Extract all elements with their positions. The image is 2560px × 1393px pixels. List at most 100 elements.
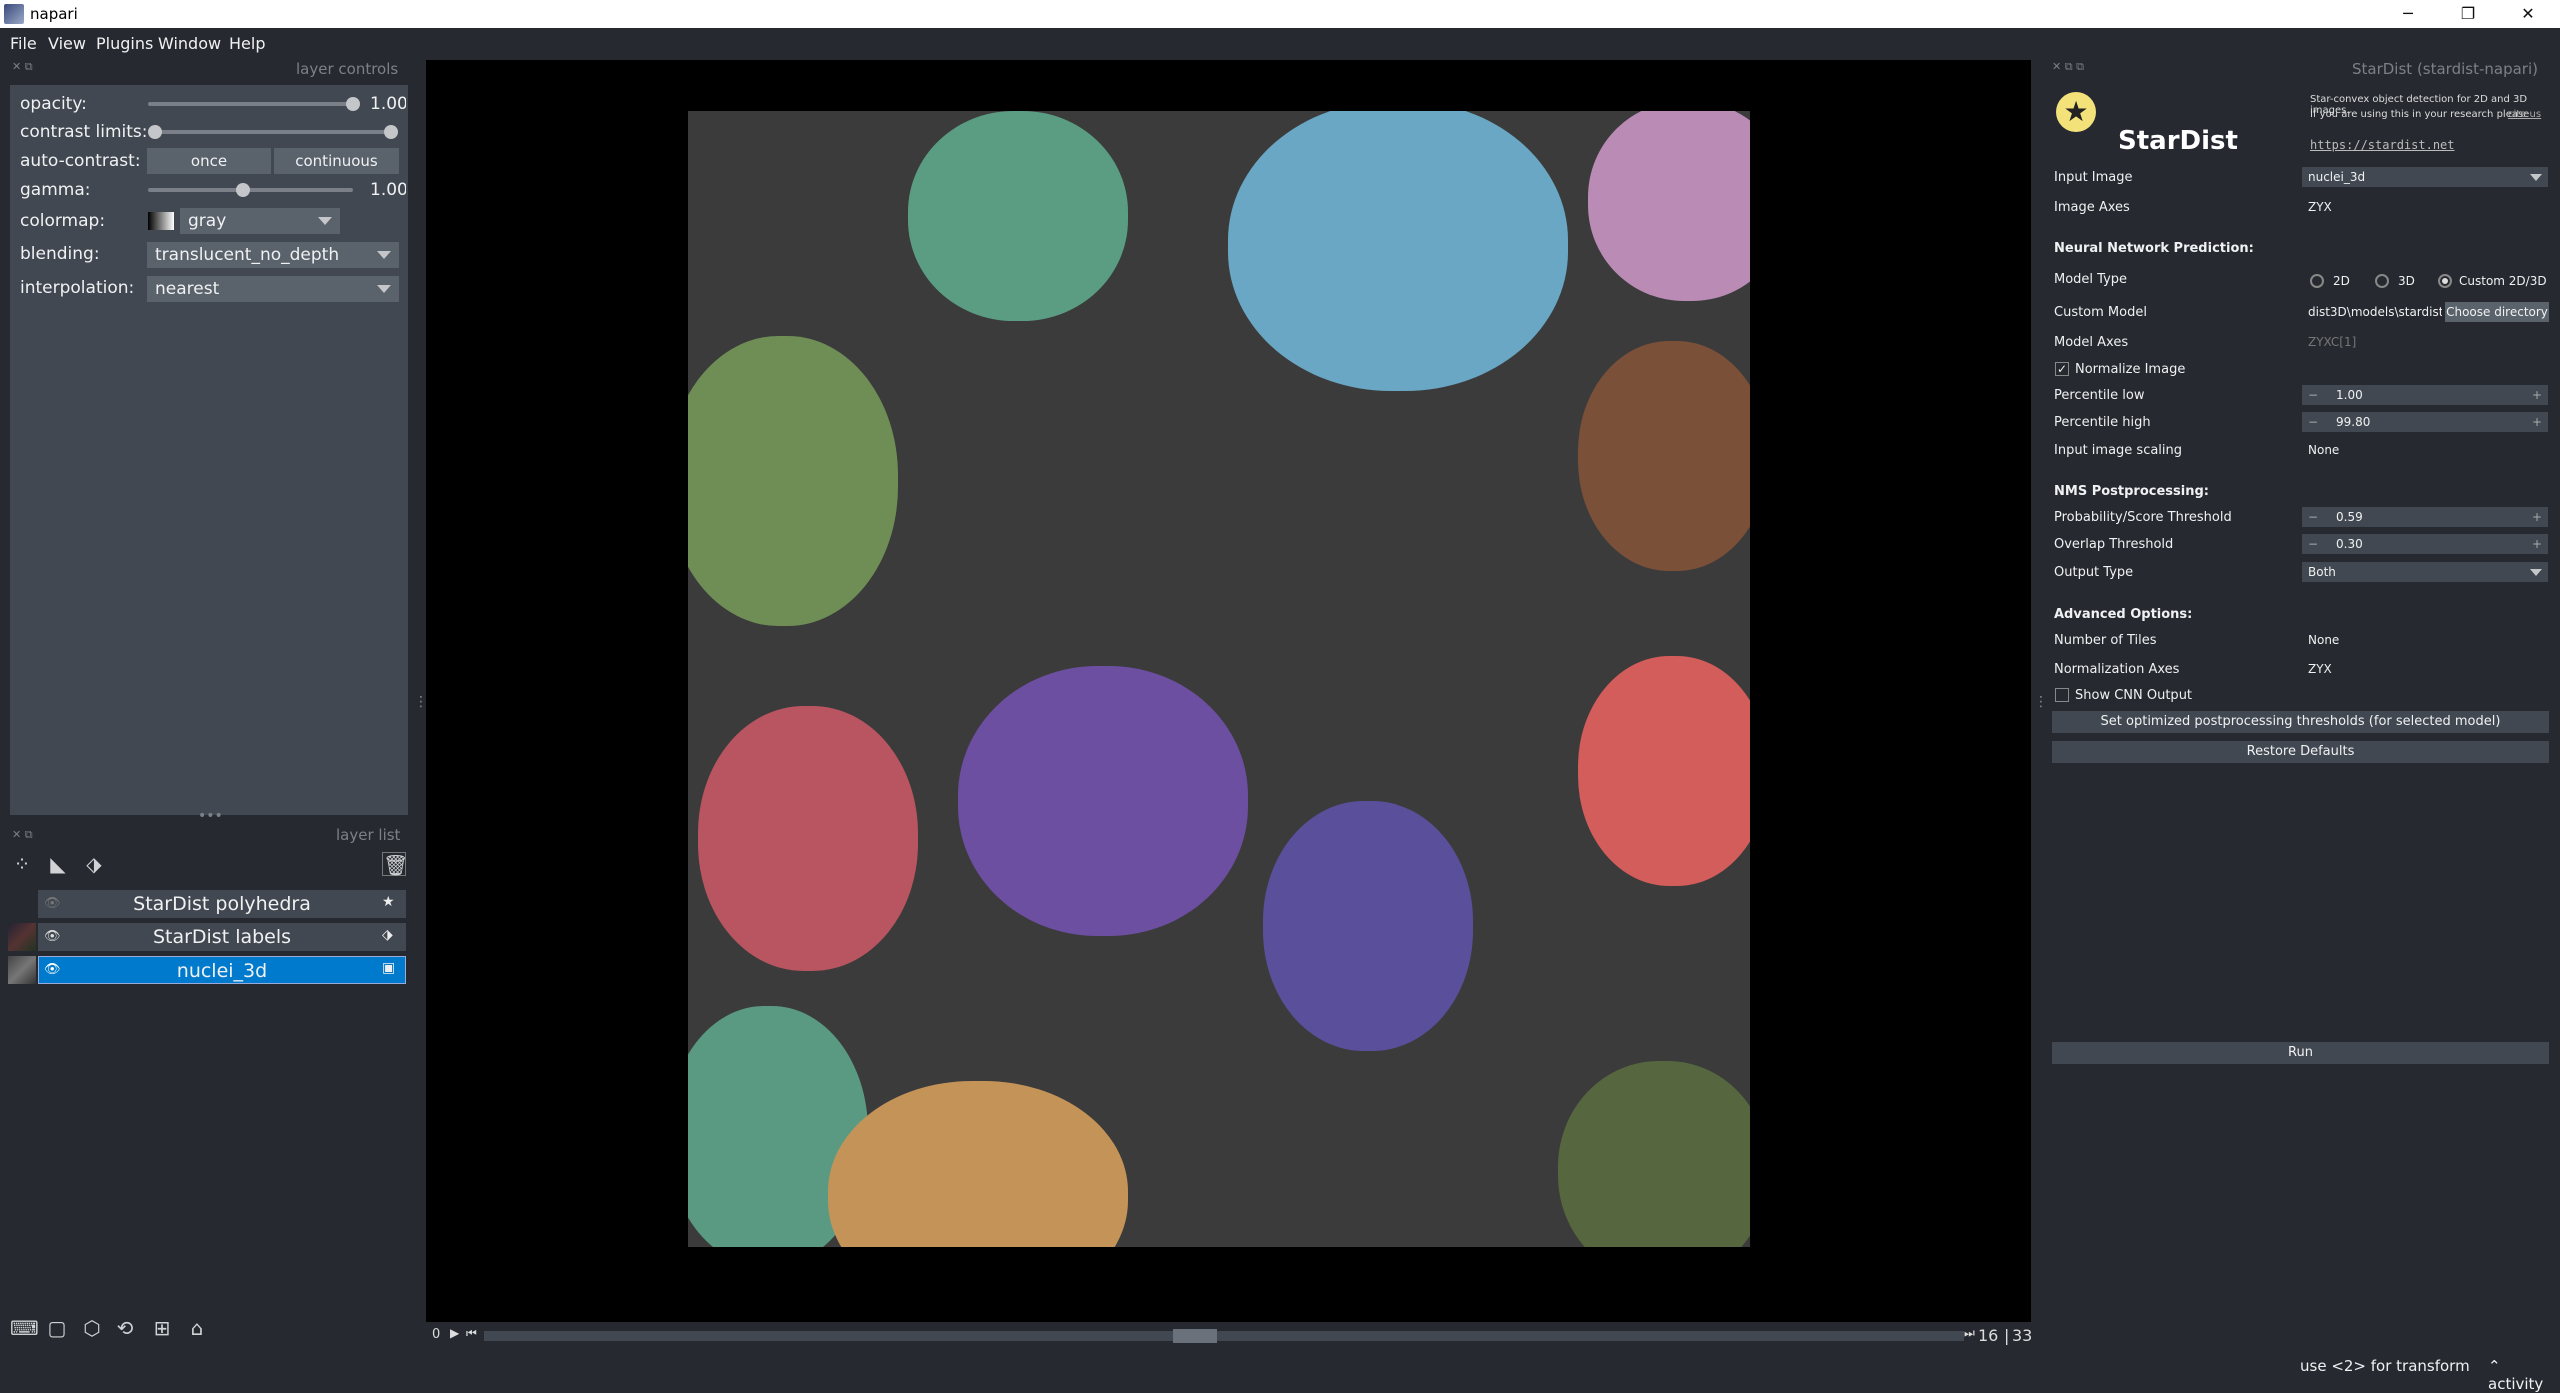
dims-slider-track[interactable] (484, 1331, 1964, 1341)
percentile-low-label: Percentile low (2054, 388, 2145, 403)
close-button[interactable]: ✕ (2505, 0, 2551, 28)
auto-contrast-continuous-button[interactable]: continuous (274, 148, 399, 174)
cite-link[interactable]: cite us (2508, 109, 2541, 120)
normalize-checkbox[interactable]: ✓ (2055, 362, 2069, 376)
plus-icon[interactable]: + (2532, 412, 2542, 432)
splitter-handle[interactable]: ••• (198, 808, 223, 824)
menu-plugins[interactable]: Plugins (96, 34, 153, 53)
opacity-label: opacity: (20, 94, 87, 114)
percentile-low-spinbox[interactable]: − 1.00 + (2302, 385, 2548, 405)
layer-thumbnail (8, 956, 36, 984)
minus-icon[interactable]: − (2308, 412, 2318, 432)
custom-model-path[interactable]: dist3D\models\stardist (2302, 302, 2442, 322)
contrast-max-handle[interactable] (384, 125, 398, 139)
eye-icon[interactable]: 👁 (44, 929, 61, 944)
viewer-canvas[interactable] (426, 60, 2031, 1322)
dock-close-float-icon[interactable]: ✕ ⧉ (12, 60, 33, 74)
layer-row[interactable]: StarDist polyhedra (38, 890, 406, 918)
plus-icon[interactable]: + (2532, 507, 2542, 527)
norm-axes-input[interactable]: ZYX (2302, 659, 2548, 679)
show-cnn-checkbox[interactable] (2055, 688, 2069, 702)
step-forward-icon[interactable]: ⏭ (1964, 1326, 1975, 1341)
new-shapes-layer-icon[interactable]: ◣ (46, 852, 70, 876)
input-scaling-input[interactable]: None (2302, 440, 2548, 460)
dims-axis-label: 0 (432, 1327, 441, 1342)
console-icon[interactable]: ⌨ (10, 1316, 39, 1340)
blending-select[interactable]: translucent_no_depth (147, 242, 399, 268)
gamma-slider[interactable] (148, 188, 353, 192)
dock-close-float-icon[interactable]: ✕ ⧉ ⧉ (2052, 60, 2084, 74)
restore-button[interactable]: ❐ (2445, 0, 2491, 28)
contrast-limits-slider[interactable] (148, 130, 398, 134)
play-icon[interactable]: ▶ (450, 1326, 459, 1340)
minus-icon[interactable]: − (2308, 507, 2318, 527)
layer-list-header: layer list (336, 826, 401, 844)
right-splitter-handle[interactable]: ⋮ (2034, 694, 2048, 710)
minus-icon[interactable]: − (2308, 534, 2318, 554)
colormap-label: colormap: (20, 211, 106, 231)
image-axes-input[interactable]: ZYX (2302, 197, 2548, 217)
plus-icon[interactable]: + (2532, 534, 2542, 554)
nuclei-image (688, 111, 1750, 1247)
blending-label: blending: (20, 244, 100, 264)
minimize-button[interactable]: ─ (2385, 0, 2431, 28)
tiles-input[interactable]: None (2302, 630, 2548, 650)
square-icon[interactable]: ▢ (45, 1316, 69, 1340)
model-custom-radio[interactable] (2438, 274, 2452, 288)
input-image-select[interactable]: nuclei_3d (2302, 167, 2548, 187)
menu-window[interactable]: Window (158, 34, 221, 53)
layer-row-selected[interactable]: nuclei_3d (38, 956, 406, 984)
input-scaling-label: Input image scaling (2054, 443, 2183, 458)
contrast-min-handle[interactable] (148, 125, 162, 139)
overlap-threshold-label: Overlap Threshold (2054, 537, 2174, 552)
overlap-threshold-spinbox[interactable]: − 0.30 + (2302, 534, 2548, 554)
layer-controls-header: layer controls (296, 60, 399, 78)
restore-defaults-button[interactable]: Restore Defaults (2052, 741, 2549, 763)
dims-current-value: 16 (1978, 1326, 1999, 1345)
percentile-high-spinbox[interactable]: − 99.80 + (2302, 412, 2548, 432)
new-labels-layer-icon[interactable]: ⬗ (82, 852, 106, 876)
gamma-value: 1.00 (370, 180, 406, 200)
interpolation-select[interactable]: nearest (147, 276, 399, 302)
auto-contrast-once-button[interactable]: once (147, 148, 271, 174)
colormap-select[interactable]: gray (180, 208, 340, 234)
3d-toggle-icon[interactable]: ⬡ (80, 1316, 104, 1340)
stardist-url-link[interactable]: https://stardist.net (2310, 138, 2455, 152)
set-thresholds-button[interactable]: Set optimized postprocessing thresholds … (2052, 711, 2549, 733)
dock-close-float-icon[interactable]: ✕ ⧉ (12, 828, 33, 842)
output-type-select[interactable]: Both (2302, 562, 2548, 582)
delete-layer-icon[interactable]: 🗑 (382, 852, 408, 877)
dims-total-value: 33 (2012, 1326, 2033, 1345)
gamma-slider-handle[interactable] (236, 183, 250, 197)
nn-section-header: Neural Network Prediction: (2054, 241, 2254, 256)
home-icon[interactable]: ⌂ (185, 1316, 209, 1340)
stardist-description-2: If you are using this in your research p… (2310, 109, 2530, 120)
eye-icon[interactable]: 👁 (44, 962, 61, 977)
model-2d-radio[interactable] (2310, 274, 2324, 288)
menu-help[interactable]: Help (229, 34, 265, 53)
eye-hidden-icon[interactable]: 👁 (44, 896, 61, 911)
activity-button[interactable]: ⌃ activity (2488, 1357, 2560, 1393)
new-points-layer-icon[interactable]: ⁘ (10, 852, 34, 876)
opacity-slider-handle[interactable] (346, 97, 360, 111)
roll-dims-icon[interactable]: ⟲ (113, 1316, 137, 1340)
minus-icon[interactable]: − (2308, 385, 2318, 405)
layer-row[interactable]: StarDist labels (38, 923, 406, 951)
label-blob (1558, 1061, 1750, 1247)
chevron-down-icon (2530, 569, 2542, 576)
choose-directory-button[interactable]: Choose directory (2445, 302, 2549, 322)
prob-threshold-value: 0.59 (2336, 510, 2363, 524)
normalize-label: Normalize Image (2075, 362, 2186, 377)
step-back-icon[interactable]: ⏮ (466, 1326, 477, 1341)
run-button[interactable]: Run (2052, 1042, 2549, 1064)
plus-icon[interactable]: + (2532, 385, 2542, 405)
prob-threshold-spinbox[interactable]: − 0.59 + (2302, 507, 2548, 527)
grid-icon[interactable]: ⊞ (150, 1316, 174, 1340)
menu-view[interactable]: View (48, 34, 86, 53)
interpolation-label: interpolation: (20, 278, 135, 298)
model-3d-radio[interactable] (2375, 274, 2389, 288)
dims-slider-handle[interactable] (1173, 1329, 1218, 1343)
opacity-slider[interactable] (148, 102, 353, 106)
stardist-logo-icon: ★ (2056, 92, 2096, 132)
menu-file[interactable]: File (10, 34, 37, 53)
